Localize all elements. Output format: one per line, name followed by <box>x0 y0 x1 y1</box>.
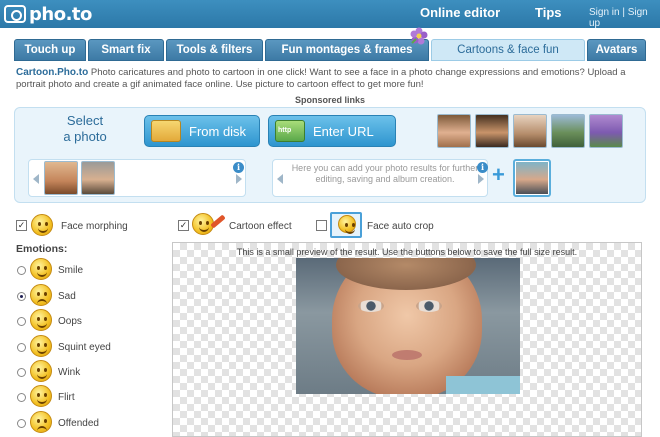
emotion-label-squint-eyed[interactable]: Squint eyed <box>58 342 111 353</box>
wink-smiley-icon <box>30 360 52 382</box>
tab-touch-up[interactable]: Touch up <box>14 39 86 61</box>
emotions-title: Emotions: <box>16 243 68 255</box>
results-hint: Here you can add your photo results for … <box>291 163 479 184</box>
face-morphing-label: Face morphing <box>61 221 128 232</box>
preview-note: This is a small preview of the result. U… <box>236 247 578 257</box>
sample-photo-1[interactable] <box>437 114 471 148</box>
intro-description: Photo caricatures and photo to cartoon i… <box>16 67 626 90</box>
emotion-radio-sad[interactable] <box>17 292 26 301</box>
current-result-thumbnail[interactable] <box>513 159 551 197</box>
squint-eyed-smiley-icon <box>30 335 52 357</box>
sample-photo-2[interactable] <box>475 114 509 148</box>
sample-photo-3[interactable] <box>513 114 547 148</box>
face-morphing-checkbox[interactable]: ✓ <box>16 220 27 231</box>
logo[interactable]: pho.to <box>4 3 92 25</box>
sad-smiley-icon <box>30 284 52 306</box>
emotion-radio-smile[interactable] <box>17 266 26 275</box>
offended-smiley-icon <box>30 411 52 433</box>
face-auto-crop-checkbox[interactable] <box>316 220 327 231</box>
results-scroll-left-arrow-icon[interactable] <box>277 174 283 184</box>
left-eye <box>358 300 384 312</box>
cartoon-brush-icon <box>188 211 228 239</box>
scroll-right-arrow-icon[interactable] <box>236 174 242 184</box>
nav-tips[interactable]: Tips <box>535 5 562 20</box>
logo-text: pho.to <box>29 3 92 25</box>
tab-fun-montages-frames[interactable]: Fun montages & frames <box>265 39 429 61</box>
sign-in-sign-up-links[interactable]: Sign in | Sign up <box>589 7 660 29</box>
emotion-label-offended[interactable]: Offended <box>58 418 99 429</box>
emotion-label-flirt[interactable]: Flirt <box>58 392 75 403</box>
cartoon-result-photo <box>296 258 520 394</box>
results-info-icon[interactable]: i <box>477 162 488 173</box>
camera-icon <box>4 5 26 23</box>
emotion-label-wink[interactable]: Wink <box>58 367 80 378</box>
cartoon-effect-label: Cartoon effect <box>229 221 292 232</box>
top-bar: pho.to Online editor Tips Sign in | Sign… <box>0 0 660 29</box>
enter-url-button[interactable]: Enter URL <box>268 115 396 147</box>
face-morphing-smiley-icon <box>31 214 53 236</box>
tab-smart-fix[interactable]: Smart fix <box>88 39 164 61</box>
emotion-label-sad[interactable]: Sad <box>58 291 76 302</box>
select-photo-label: Select a photo <box>63 113 107 144</box>
flower-icon <box>410 27 428 45</box>
sample-photo-5[interactable] <box>589 114 623 148</box>
sponsored-links-label: Sponsored links <box>294 95 365 105</box>
face-crop-icon <box>330 212 362 238</box>
emotion-radio-offended[interactable] <box>17 419 26 428</box>
oops-smiley-icon <box>30 309 52 331</box>
sample-photo-4[interactable] <box>551 114 585 148</box>
tab-cartoons-face-fun[interactable]: Cartoons & face fun <box>431 39 585 61</box>
brand-name: Cartoon.Pho.to <box>16 67 89 78</box>
scroll-left-arrow-icon[interactable] <box>33 174 39 184</box>
emotion-label-oops[interactable]: Oops <box>58 316 82 327</box>
url-icon <box>275 120 305 142</box>
shirt <box>446 376 520 394</box>
right-eye <box>416 300 442 312</box>
recent-photo-1[interactable] <box>44 161 78 195</box>
folder-icon <box>151 120 181 142</box>
emotion-radio-oops[interactable] <box>17 317 26 326</box>
info-icon[interactable]: i <box>233 162 244 173</box>
emotion-radio-wink[interactable] <box>17 368 26 377</box>
emotion-label-smile[interactable]: Smile <box>58 265 83 276</box>
nav-online-editor[interactable]: Online editor <box>420 5 500 20</box>
intro-text: Cartoon.Pho.to Photo caricatures and pho… <box>16 67 646 91</box>
current-result-image <box>516 162 548 194</box>
tab-tools-filters[interactable]: Tools & filters <box>166 39 263 61</box>
smile-smiley-icon <box>30 258 52 280</box>
emotion-radio-squint-eyed[interactable] <box>17 343 26 352</box>
recent-photo-2[interactable] <box>81 161 115 195</box>
tab-avatars[interactable]: Avatars <box>587 39 646 61</box>
results-scroll-right-arrow-icon[interactable] <box>478 174 484 184</box>
plus-icon[interactable]: + <box>492 164 505 186</box>
face-auto-crop-label: Face auto crop <box>367 221 434 232</box>
mouth <box>392 350 422 360</box>
emotion-radio-flirt[interactable] <box>17 393 26 402</box>
flirt-smiley-icon <box>30 385 52 407</box>
from-disk-button[interactable]: From disk <box>144 115 260 147</box>
